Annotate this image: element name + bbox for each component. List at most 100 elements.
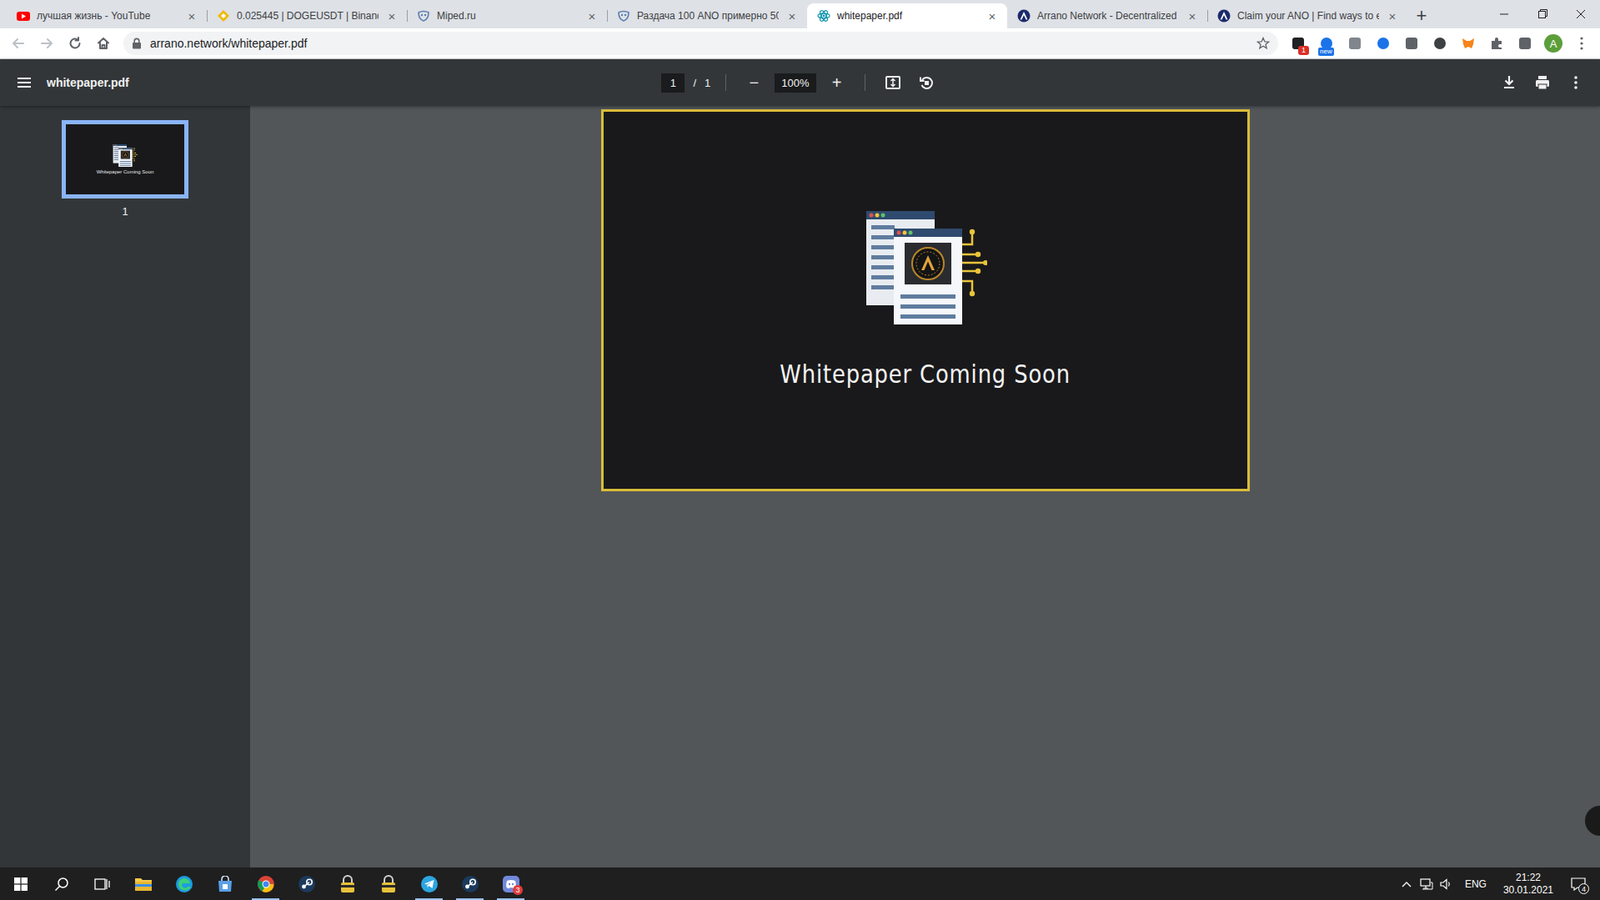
restore-icon[interactable] (1540, 10, 1548, 17)
taskbar-app[interactable] (408, 867, 450, 900)
page-number-input[interactable]: 1 (661, 73, 685, 93)
print-icon[interactable] (1529, 70, 1555, 96)
extension-button[interactable] (1511, 30, 1539, 57)
start-button[interactable] (0, 867, 41, 900)
tab-close-button[interactable]: × (985, 9, 999, 24)
input-language[interactable]: ENG (1456, 877, 1495, 890)
taskbar-app[interactable]: 3 (490, 867, 532, 900)
reload-button[interactable] (61, 30, 89, 57)
volume-button[interactable] (1436, 877, 1457, 890)
rotate-icon[interactable] (920, 77, 925, 82)
rotate-icon[interactable] (913, 70, 939, 96)
url-text[interactable]: arrano.network/whitepaper.pdf (150, 36, 1249, 51)
clock[interactable]: 21:2230.01.2021 (1494, 871, 1562, 897)
browser-tab[interactable]: 0.025445 | DOGEUSDT | Binance× (206, 3, 407, 29)
browser-tab[interactable]: Раздача 100 ANO примерно 50× (606, 3, 808, 29)
zoom-out-button[interactable]: − (741, 70, 767, 96)
action-center-button[interactable]: 4 (1561, 867, 1595, 900)
tab-close-button[interactable]: × (385, 9, 399, 24)
taskbar-app[interactable] (326, 867, 368, 900)
extension-button[interactable] (1426, 30, 1454, 57)
bookmark-star-icon[interactable] (1257, 38, 1269, 49)
hamburger-menu-icon[interactable] (17, 78, 31, 87)
home-button[interactable] (90, 30, 117, 57)
floating-button[interactable] (1584, 805, 1600, 836)
browser-tab[interactable]: Arrano Network - Decentralized× (1007, 3, 1208, 29)
fit-page-icon[interactable] (880, 70, 906, 96)
extension-button[interactable] (1454, 30, 1482, 57)
chrome-menu-button[interactable] (1568, 30, 1595, 57)
print-icon[interactable] (1538, 84, 1547, 90)
fit-page-icon[interactable] (890, 79, 895, 87)
tab-close-button[interactable]: × (585, 9, 599, 24)
hamburger-menu-icon[interactable] (16, 76, 32, 89)
restore-icon[interactable] (1523, 0, 1562, 29)
document-illustration-icon (120, 150, 131, 160)
browser-tab[interactable]: whitepaper.pdf× (807, 3, 1008, 29)
download-icon[interactable] (1496, 70, 1522, 96)
rotate-icon[interactable] (924, 80, 929, 86)
rotate-icon[interactable] (921, 77, 932, 89)
tray-overflow[interactable] (1396, 880, 1417, 888)
print-icon[interactable] (1529, 70, 1555, 96)
minimize-icon[interactable] (1484, 0, 1524, 29)
bookmark-star-icon[interactable] (1256, 36, 1270, 51)
new-tab-button[interactable]: + (1407, 3, 1436, 29)
hamburger-menu-icon[interactable] (16, 76, 32, 89)
extension-button[interactable]: new (1313, 30, 1340, 57)
tab-close-button[interactable]: × (185, 9, 199, 24)
minimize-icon[interactable] (1499, 14, 1509, 16)
extension-button[interactable] (1341, 30, 1369, 57)
taskbar-app[interactable] (122, 867, 164, 900)
search-button[interactable] (40, 867, 82, 900)
more-options-icon[interactable] (1574, 80, 1578, 85)
document-illustration-icon (871, 275, 895, 280)
document-illustration-icon (113, 144, 116, 146)
zoom-input[interactable]: 100% (774, 73, 816, 93)
more-options-icon[interactable] (1563, 70, 1589, 96)
tab-close-button[interactable]: × (1385, 9, 1400, 24)
close-window-icon[interactable] (1576, 10, 1585, 19)
browser-tab[interactable]: Claim your ANO | Find ways to e× (1207, 3, 1408, 29)
profile-button[interactable]: A (1539, 30, 1567, 57)
steam-icon (297, 874, 316, 893)
more-options-icon[interactable] (1574, 75, 1578, 80)
tab-close-button[interactable]: × (1185, 9, 1199, 24)
close-window-icon[interactable] (1561, 0, 1600, 29)
download-icon[interactable] (1496, 70, 1522, 96)
back-button[interactable] (5, 30, 32, 57)
taskbar-app[interactable] (245, 867, 286, 900)
taskbar-app[interactable] (163, 867, 205, 900)
browser-tab[interactable]: Miped.ru× (406, 3, 607, 29)
download-icon[interactable] (1504, 86, 1515, 89)
restore-icon[interactable] (1539, 11, 1546, 19)
browser-tab[interactable]: лучшая жизнь - YouTube× (6, 3, 207, 29)
close-window-icon[interactable] (1561, 0, 1600, 29)
bookmark-star-icon[interactable] (1256, 36, 1270, 51)
task-view-button[interactable] (81, 867, 123, 900)
restore-icon[interactable] (1523, 0, 1562, 29)
tab-close-button[interactable]: × (785, 9, 799, 24)
minimize-icon[interactable] (1484, 0, 1524, 29)
extension-button[interactable] (1483, 30, 1510, 57)
more-options-icon[interactable] (1574, 85, 1578, 90)
more-options-icon[interactable] (1563, 70, 1589, 96)
fit-page-icon[interactable] (886, 76, 900, 89)
rotate-icon[interactable] (913, 70, 939, 96)
extension-button[interactable] (1369, 30, 1397, 57)
taskbar-app[interactable] (204, 867, 246, 900)
forward-button[interactable] (33, 30, 61, 57)
network-button[interactable] (1416, 877, 1437, 890)
print-icon[interactable] (1538, 75, 1547, 80)
address-field[interactable]: arrano.network/whitepaper.pdf (123, 31, 1279, 56)
download-icon[interactable] (1505, 75, 1514, 85)
taskbar-app[interactable] (367, 867, 409, 900)
taskbar-app[interactable] (449, 867, 491, 900)
document-illustration-icon (120, 164, 131, 166)
extension-button[interactable] (1398, 30, 1425, 57)
page-thumbnail[interactable]: Whitepaper Coming Soon (61, 120, 189, 199)
extension-button[interactable]: 1 (1284, 30, 1312, 57)
fit-page-icon[interactable] (880, 70, 906, 96)
zoom-in-button[interactable]: + (824, 70, 850, 96)
taskbar-app[interactable] (285, 867, 327, 900)
